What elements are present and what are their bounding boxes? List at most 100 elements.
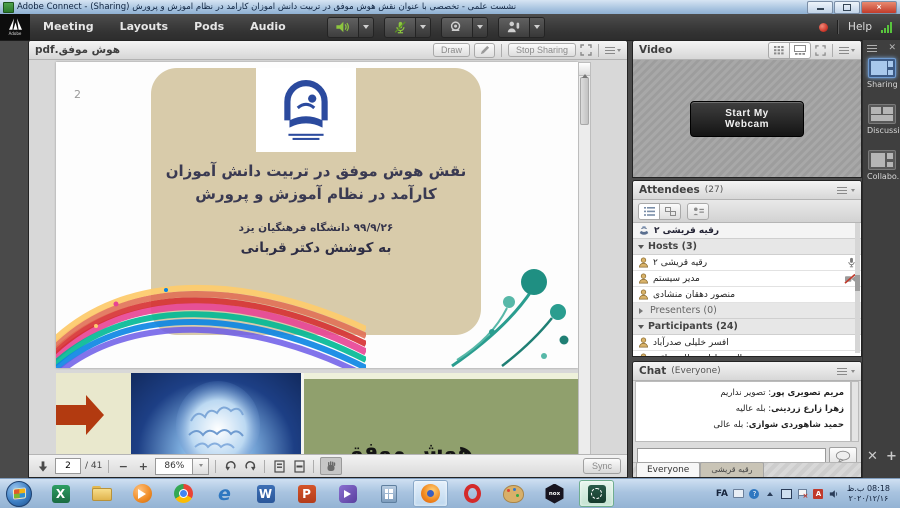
fit-width-button[interactable] [291,458,307,474]
app-icon [3,2,14,13]
attendee-status-view-button[interactable] [687,203,709,220]
chat-pod: Chat (Everyone) مریم تصویری پور: تصویر ن… [632,361,862,478]
video-pod-menu-button[interactable] [839,46,855,54]
add-layout-icon[interactable]: + [886,449,897,464]
webcam-button[interactable] [441,17,473,38]
attendee-row[interactable]: منصور دهقان منشادی [633,287,861,303]
speaker-button[interactable] [327,17,359,38]
taskbar-paint-icon[interactable] [501,481,526,506]
attendee-row[interactable]: مدیر سیستم [633,271,861,287]
remove-layout-icon[interactable]: ✕ [867,449,878,464]
volume-tray-icon[interactable] [829,488,840,499]
layout-bar-close-icon[interactable]: ✕ [888,44,896,52]
taskbar-clock[interactable]: 08:18 ب.ظ ۲۰۲۰/۱۲/۱۶ [845,484,896,504]
pan-tool-button[interactable] [320,457,342,475]
next-slide-left-panel [56,373,131,455]
taskbar-calculator-icon[interactable] [376,481,401,506]
draw-button[interactable]: Draw [433,43,470,57]
status-menu-caret[interactable] [530,17,545,38]
scrollbar-thumb[interactable] [580,77,589,125]
speaker-menu-caret[interactable] [359,17,374,38]
menu-pods[interactable]: Pods [181,14,237,40]
connection-signal-icon[interactable] [881,22,892,33]
webcam-menu-caret[interactable] [473,17,488,38]
zoom-select-caret[interactable] [193,458,209,475]
rotate-right-button[interactable] [242,458,258,474]
adobe-logo-icon: Adobe [0,14,30,40]
chat-tab-everyone[interactable]: Everyone [636,462,700,477]
video-fullscreen-button[interactable] [815,41,826,60]
hidden-icons-button[interactable] [765,488,776,499]
taskbar-file-explorer-icon[interactable] [89,481,114,506]
video-grid-view-button[interactable] [768,42,790,59]
minimize-button[interactable] [807,1,833,14]
rotate-right-icon [244,460,257,472]
taskbar-kmplayer-icon[interactable] [335,481,360,506]
display-tray-icon[interactable] [781,488,792,499]
sync-button[interactable]: Sync [583,458,621,474]
adobe-tray-icon[interactable]: A [813,488,824,499]
layout-sharing-thumbnail[interactable] [868,58,896,78]
next-page-button[interactable] [35,458,51,474]
help-link[interactable]: Help [848,21,872,33]
status-button[interactable] [498,17,530,38]
taskbar-excel-icon[interactable]: X [48,481,73,506]
menu-layouts[interactable]: Layouts [107,14,181,40]
breakout-view-button[interactable] [660,203,681,220]
microphone-menu-caret[interactable] [416,17,431,38]
attendee-row[interactable]: الهه سادات نظاری باقی [633,351,861,357]
zoom-in-button[interactable]: + [135,458,151,474]
action-center-flag-icon[interactable]: × [797,488,808,499]
restore-button[interactable] [834,1,860,14]
taskbar-nox-icon[interactable]: nox [542,481,567,506]
attendees-scrollbar[interactable] [855,223,860,353]
taskbar-chrome-icon[interactable] [171,481,196,506]
video-filmstrip-view-button[interactable] [790,42,811,59]
keyboard-tray-icon[interactable] [733,488,744,499]
chat-pod-menu-button[interactable] [837,367,855,375]
pencil-button[interactable] [474,43,495,58]
start-webcam-button[interactable]: Start My Webcam [690,101,804,137]
fit-page-button[interactable] [271,458,287,474]
attendee-list-view-button[interactable] [638,203,660,220]
layout-collaboration-thumbnail[interactable] [868,150,896,170]
chat-tab-private[interactable]: رقیه قریشی [700,462,763,477]
share-pod-title: هوش موفق.pdf [35,44,120,56]
page-number-input[interactable] [55,458,81,474]
help-tray-icon[interactable]: ? [749,488,760,499]
layout-discussion-thumbnail[interactable] [868,104,896,124]
stop-sharing-button[interactable]: Stop Sharing [508,43,576,57]
attendee-row[interactable]: رقیه قریشی ۲ [633,255,861,271]
fullscreen-button[interactable] [580,41,592,60]
share-pod-menu-button[interactable] [605,46,621,54]
participants-group-header[interactable]: Participants (24) [633,319,861,335]
page-total-label: / 41 [85,461,102,471]
taskbar-opera-icon[interactable] [460,481,485,506]
speaker-icon [335,20,350,34]
attendee-row[interactable]: افسر خلیلی صدرآباد [633,335,861,351]
hosts-group-header[interactable]: Hosts (3) [633,239,861,255]
share-scrollbar[interactable] [578,62,591,455]
zoom-out-button[interactable]: − [115,458,131,474]
layout-bar-menu-icon[interactable] [867,45,877,52]
taskbar-powerpoint-icon[interactable]: P [294,481,319,506]
taskbar-firefox-active-slot[interactable] [413,480,448,507]
microphone-button[interactable] [384,17,416,38]
taskbar-media-player-icon[interactable] [130,481,155,506]
clock-date: ۲۰۲۰/۱۲/۱۶ [847,494,890,504]
menu-audio[interactable]: Audio [237,14,299,40]
close-button[interactable]: × [861,1,897,14]
taskbar-adobe-connect-active-slot[interactable] [579,480,614,507]
menu-meeting[interactable]: Meeting [30,14,107,40]
start-button[interactable] [6,481,32,507]
share-toolbar: / 41 − + 86% [29,454,627,477]
taskbar-internet-explorer-icon[interactable]: e [212,481,237,506]
rotate-left-button[interactable] [222,458,238,474]
slide-page-number: 2 [74,88,81,101]
taskbar-word-icon[interactable]: W [253,481,278,506]
share-pod-content: 2 نقش هوش موفق در تربیت دانش آموزان کارآ… [29,60,627,454]
presenters-group-header[interactable]: Presenters (0) [633,303,861,319]
chat-scrollbar[interactable] [851,381,859,442]
language-indicator[interactable]: FA [716,489,728,499]
attendees-pod-menu-button[interactable] [837,186,855,194]
